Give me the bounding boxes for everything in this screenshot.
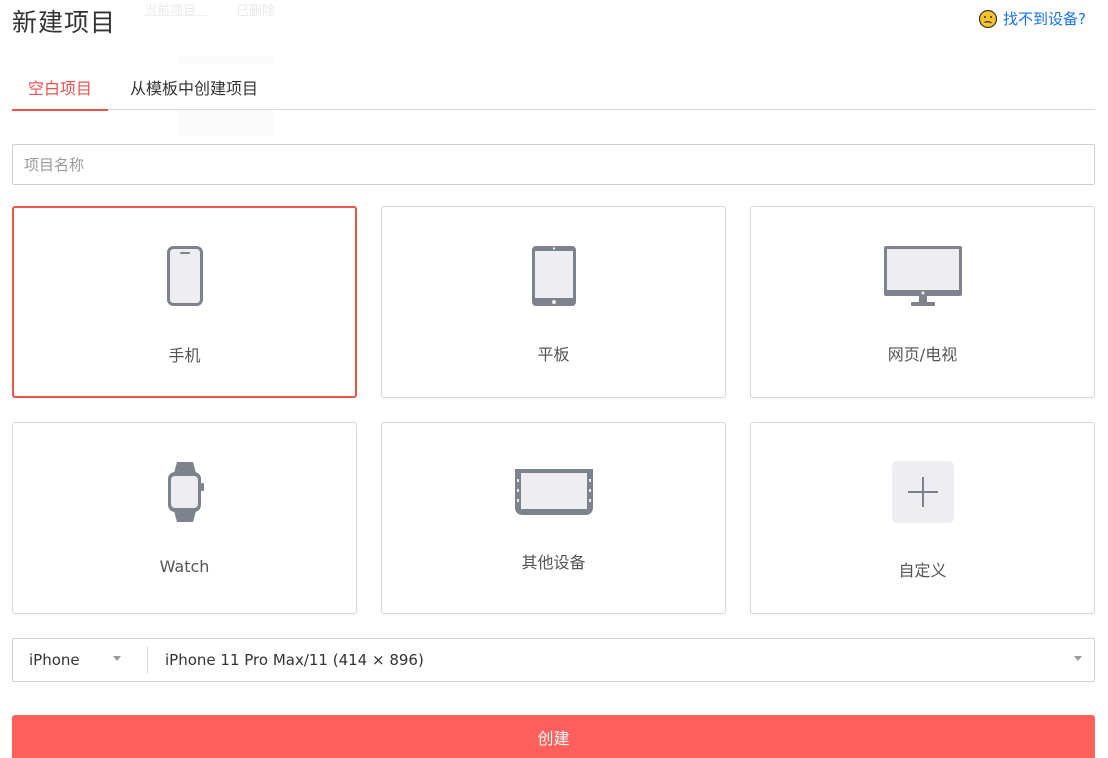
brand-select[interactable]: iPhone <box>13 639 147 681</box>
model-select-value: iPhone 11 Pro Max/11 (414 × 896) <box>165 651 424 669</box>
help-link-label: 找不到设备? <box>1003 10 1086 28</box>
device-card-tablet[interactable]: 平板 <box>381 206 726 398</box>
device-label: 其他设备 <box>521 553 586 572</box>
device-card-web-tv[interactable]: 网页/电视 <box>750 206 1095 398</box>
device-card-other[interactable]: 其他设备 <box>381 422 726 614</box>
device-selector: iPhone iPhone 11 Pro Max/11 (414 × 896) <box>12 638 1095 682</box>
tab-from-template[interactable]: 从模板中创建项目 <box>114 76 274 110</box>
device-label: 自定义 <box>898 561 947 580</box>
device-card-phone[interactable]: 手机 <box>12 206 357 398</box>
car-display-icon <box>382 467 725 517</box>
create-button[interactable]: 创建 <box>12 715 1095 758</box>
device-label: 网页/电视 <box>887 345 958 364</box>
device-card-custom[interactable]: 自定义 <box>750 422 1095 614</box>
ghost-overlay <box>178 56 274 64</box>
device-label: 手机 <box>168 346 201 365</box>
tab-blank-project[interactable]: 空白项目 <box>12 76 109 111</box>
phone-icon <box>14 246 355 306</box>
chevron-down-icon <box>113 656 121 661</box>
watch-icon <box>13 461 356 523</box>
ghost-tab-deleted: 已删除 <box>236 4 276 16</box>
device-grid: 手机 平板 网页/电视 Watch 其他设备 自定义 <box>12 206 1095 614</box>
plus-icon <box>751 461 1094 523</box>
project-name-input[interactable] <box>12 144 1095 185</box>
confused-face-icon <box>979 9 998 28</box>
model-select[interactable]: iPhone 11 Pro Max/11 (414 × 896) <box>148 639 1094 681</box>
ghost-overlay <box>178 110 274 136</box>
device-label: Watch <box>159 557 210 576</box>
project-tabs: 空白项目 从模板中创建项目 <box>12 76 1095 111</box>
ghost-tab-current: 当前项目 <box>144 0 208 16</box>
tablet-icon <box>382 245 725 307</box>
chevron-down-icon <box>1074 656 1082 661</box>
page-title: 新建项目 <box>12 8 117 37</box>
help-link[interactable]: 找不到设备? <box>979 8 1086 29</box>
brand-select-value: iPhone <box>29 651 80 669</box>
device-card-watch[interactable]: Watch <box>12 422 357 614</box>
device-label: 平板 <box>537 345 570 364</box>
monitor-icon <box>751 245 1094 307</box>
